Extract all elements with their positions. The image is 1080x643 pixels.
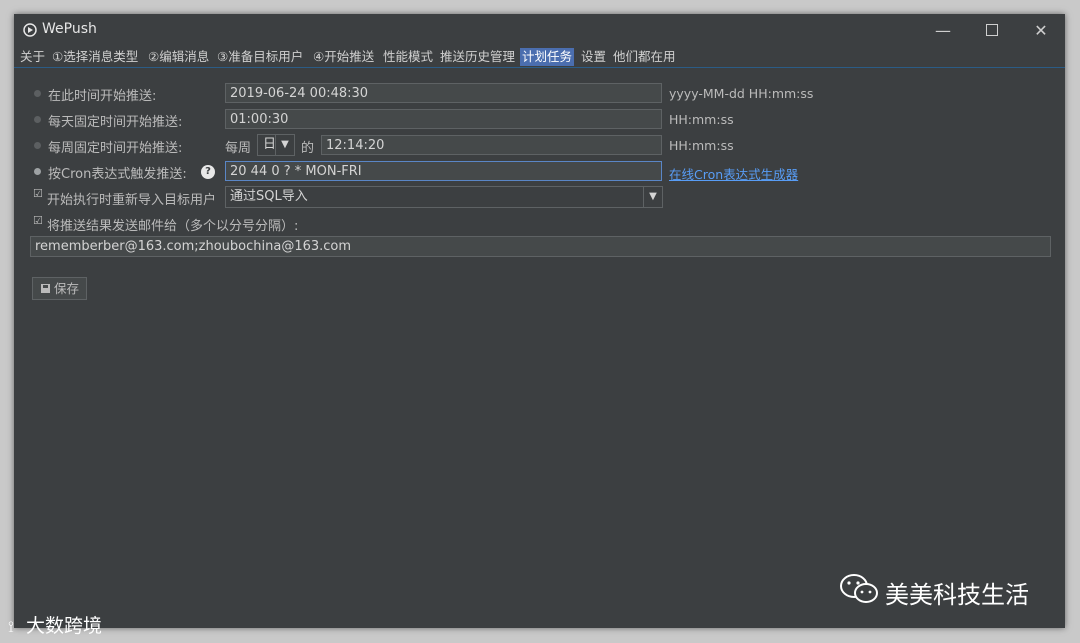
watermark-logo-icon: ⟟	[8, 617, 14, 636]
maximize-button[interactable]	[968, 14, 1016, 46]
close-icon: ✕	[1034, 20, 1048, 40]
window-title: WePush	[42, 21, 97, 37]
at-time-label: 在此时间开始推送:	[48, 89, 157, 104]
weekly-label: 每周固定时间开始推送:	[48, 141, 183, 156]
at-time-input[interactable]: 2019-06-24 00:48:30	[225, 83, 662, 103]
minimize-button[interactable]: —	[919, 14, 967, 46]
wechat-icon	[840, 574, 878, 603]
cron-label: 按Cron表达式触发推送:	[48, 167, 187, 182]
tab-push-history[interactable]: 推送历史管理	[438, 48, 517, 66]
maximize-icon	[986, 24, 998, 36]
save-icon	[41, 284, 50, 293]
daily-label: 每天固定时间开始推送:	[48, 115, 183, 130]
tab-prepare-users[interactable]: ③准备目标用户	[215, 48, 305, 66]
app-window: WePush — ✕ 关于 ①选择消息类型 ②编辑消息 ③准备目标用户 ④开始推…	[14, 14, 1065, 628]
chevron-down-icon: ▼	[643, 187, 662, 207]
daily-format-hint: HH:mm:ss	[669, 112, 734, 127]
reimport-label: 开始执行时重新导入目标用户	[47, 193, 217, 208]
at-time-format-hint: yyyy-MM-dd HH:mm:ss	[669, 86, 814, 101]
bottom-watermark: ⟟ 大数跨境	[8, 611, 102, 638]
weekly-prefix: 每周	[225, 141, 252, 156]
minimize-icon: —	[935, 20, 951, 40]
weekday-select[interactable]: 日 ▼	[257, 134, 295, 156]
bottom-watermark-text: 大数跨境	[26, 615, 103, 637]
tab-they-use[interactable]: 他们都在用	[611, 48, 678, 66]
weekly-radio[interactable]	[34, 142, 41, 149]
import-method-select[interactable]: 通过SQL导入 ▼	[225, 186, 663, 208]
schedule-panel: 在此时间开始推送: 2019-06-24 00:48:30 yyyy-MM-dd…	[14, 69, 1065, 628]
email-recipients-input[interactable]: rememberber@163.com;zhoubochina@163.com	[30, 236, 1051, 257]
weekly-format-hint: HH:mm:ss	[669, 138, 734, 153]
help-icon[interactable]: ?	[201, 165, 215, 179]
daily-time-input[interactable]: 01:00:30	[225, 109, 662, 129]
save-button-label: 保存	[54, 281, 80, 296]
chevron-down-icon: ▼	[275, 135, 294, 155]
email-checkbox[interactable]: ☑	[33, 215, 43, 226]
cron-expression-input[interactable]: 20 44 0 ? * MON-FRI	[225, 161, 662, 181]
tab-select-message-type[interactable]: ①选择消息类型	[50, 48, 140, 66]
reimport-checkbox[interactable]: ☑	[33, 188, 43, 199]
daily-radio[interactable]	[34, 116, 41, 123]
tab-performance-mode[interactable]: 性能模式	[381, 48, 435, 66]
close-button[interactable]: ✕	[1017, 14, 1065, 46]
app-logo-icon	[23, 23, 37, 37]
weekly-between-label: 的	[301, 141, 315, 156]
tab-settings[interactable]: 设置	[579, 48, 608, 66]
tab-bar: 关于 ①选择消息类型 ②编辑消息 ③准备目标用户 ④开始推送 性能模式 推送历史…	[14, 47, 1065, 68]
email-label: 将推送结果发送邮件给（多个以分号分隔）:	[47, 219, 299, 234]
title-bar: WePush — ✕	[14, 14, 1065, 46]
tab-scheduled-tasks[interactable]: 计划任务	[520, 48, 575, 66]
cron-radio[interactable]	[34, 168, 41, 175]
tab-start-push[interactable]: ④开始推送	[311, 48, 376, 66]
cron-generator-link[interactable]: 在线Cron表达式生成器	[669, 164, 798, 183]
wechat-watermark-text: 美美科技生活	[885, 581, 1029, 609]
import-method-value: 通过SQL导入	[230, 189, 308, 204]
weekly-time-input[interactable]: 12:14:20	[321, 135, 662, 155]
tab-edit-message[interactable]: ②编辑消息	[146, 48, 211, 66]
save-button[interactable]: 保存	[32, 277, 87, 300]
tab-about[interactable]: 关于	[18, 48, 47, 66]
at-time-radio[interactable]	[34, 90, 41, 97]
wechat-watermark: 美美科技生活	[840, 574, 1029, 610]
